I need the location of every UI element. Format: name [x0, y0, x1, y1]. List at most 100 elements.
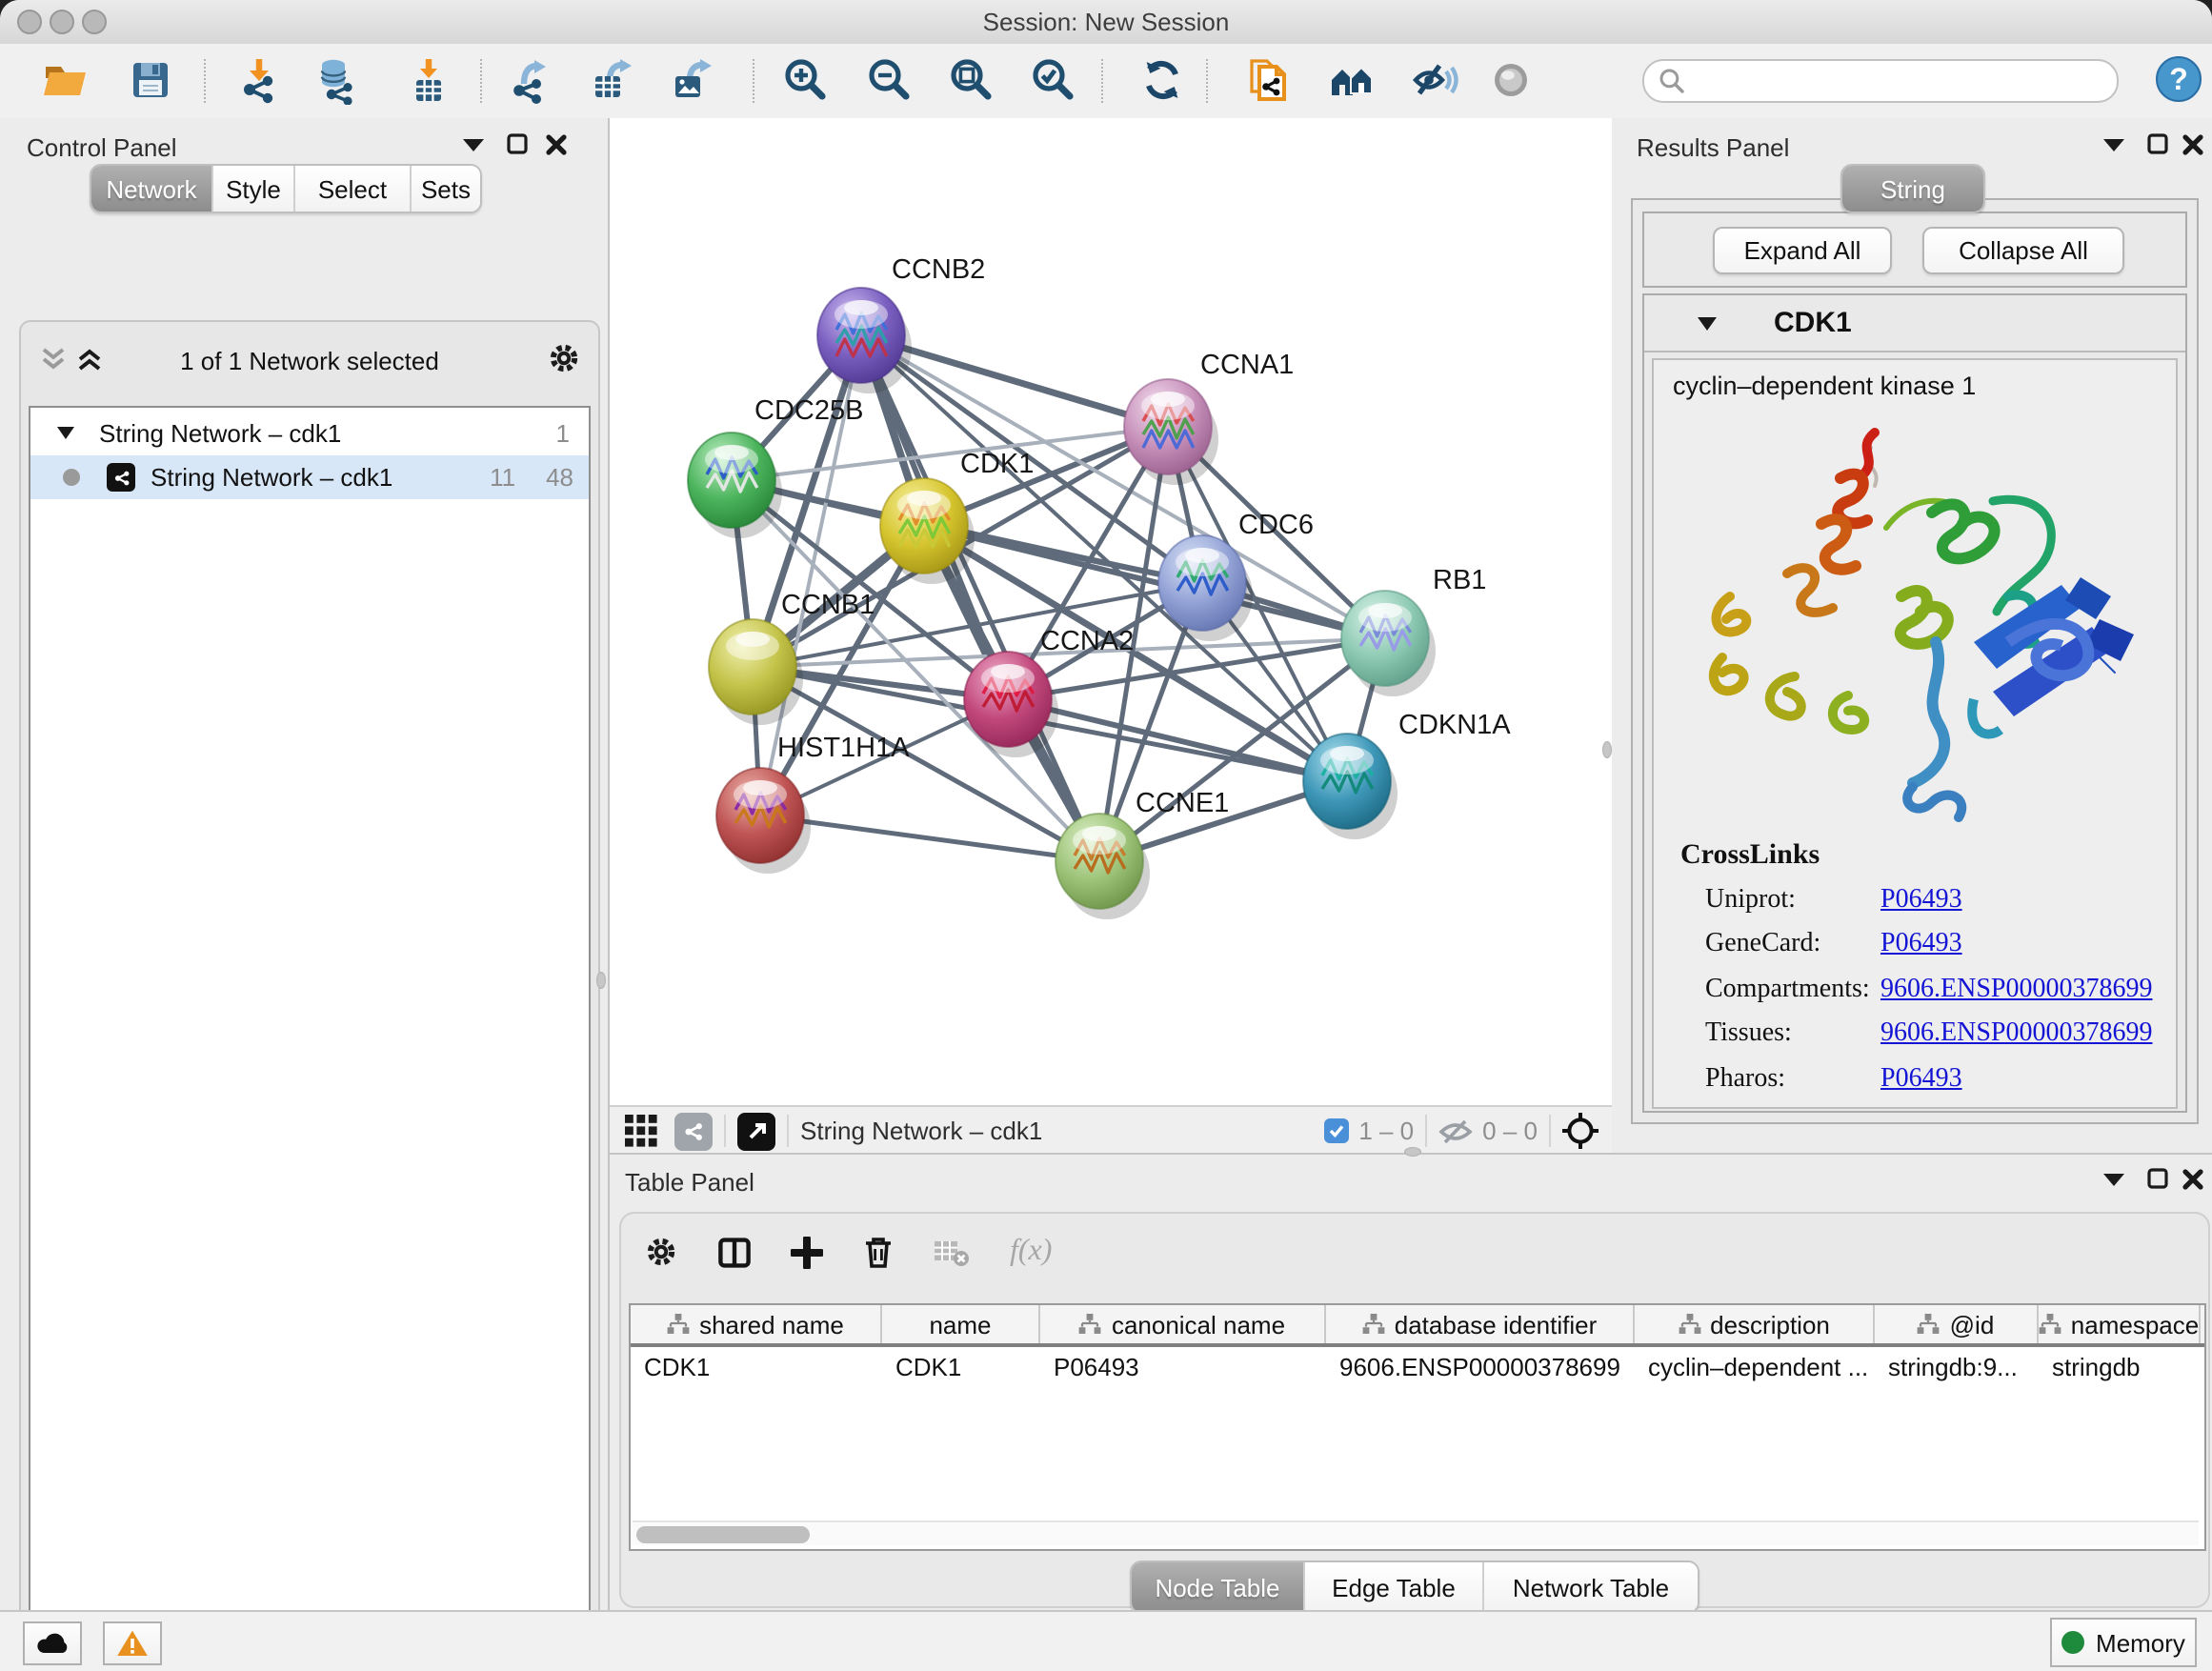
memory-button[interactable]: Memory: [2050, 1618, 2197, 1667]
node-label-CDC6: CDC6: [1238, 510, 1314, 540]
column-header-name[interactable]: name: [882, 1305, 1040, 1343]
network-canvas[interactable]: CCNB2CCNA1CDC25BCDK1CDC6RB1CCNB1CCNA2CDK…: [610, 118, 1612, 1105]
control-panel-menu-icon[interactable]: [463, 137, 484, 152]
scrollbar-thumb[interactable]: [636, 1525, 810, 1542]
string-results-box: Expand All Collapse All CDK1 cyclin–depe…: [1631, 198, 2199, 1124]
table-cell: CDK1: [882, 1347, 1040, 1385]
zoom-out-icon: [865, 55, 915, 105]
zoom-in-button[interactable]: [779, 53, 833, 107]
import-string-network-button[interactable]: [1242, 53, 1296, 107]
toolbar-divider: [204, 59, 206, 103]
column-header-@id[interactable]: @id: [1875, 1305, 2039, 1343]
column-header-canonical-name[interactable]: canonical name: [1040, 1305, 1326, 1343]
network-row-selected[interactable]: String Network – cdk1 11 48: [30, 455, 589, 499]
grid-view-icon[interactable]: [625, 1115, 657, 1147]
control-panel-float-icon[interactable]: [507, 133, 528, 154]
selected-checkbox-icon[interactable]: [1324, 1118, 1349, 1143]
crosslink-link[interactable]: P06493: [1880, 1065, 1962, 1096]
add-column-icon[interactable]: [791, 1236, 823, 1268]
zoom-out-button[interactable]: [863, 53, 916, 107]
network-edge: [760, 815, 1099, 861]
open-view-icon[interactable]: [737, 1112, 775, 1150]
node-table-container: f(x) shared name name canonical namedataba…: [619, 1212, 2210, 1608]
column-label: name: [929, 1310, 991, 1339]
tab-string[interactable]: String: [1842, 166, 1983, 211]
crosslink-link[interactable]: P06493: [1880, 886, 1962, 916]
warnings-button[interactable]: [103, 1621, 162, 1664]
network-collection-row[interactable]: String Network – cdk1 1: [30, 412, 589, 455]
delete-column-icon[interactable]: [863, 1235, 894, 1269]
delete-table-icon[interactable]: [934, 1238, 970, 1266]
column-header-description[interactable]: description: [1635, 1305, 1875, 1343]
column-header-database-identifier[interactable]: database identifier: [1326, 1305, 1635, 1343]
cloud-status-button[interactable]: [23, 1621, 82, 1664]
results-panel-menu-icon[interactable]: [2103, 137, 2124, 152]
table-toolbar: f(x): [644, 1225, 1052, 1278]
open-session-button[interactable]: [38, 53, 91, 107]
crosslink-row: Compartments:9606.ENSP00000378699: [1654, 968, 2176, 1013]
cloud-icon: [35, 1631, 70, 1654]
show-hide-enhanced-labels-button[interactable]: [1408, 53, 1461, 107]
results-panel-close-icon[interactable]: [2182, 133, 2204, 156]
network-node-RB1[interactable]: RB1: [1341, 565, 1486, 686]
crosslink-link[interactable]: 9606.ENSP00000378699: [1880, 1020, 2152, 1051]
refresh-network-button[interactable]: [1136, 53, 1189, 107]
table-panel-close-icon[interactable]: [2182, 1168, 2204, 1191]
search-field: [1642, 59, 2119, 103]
tab-node-table[interactable]: Node Table: [1132, 1562, 1303, 1612]
tab-network[interactable]: Network: [91, 166, 211, 211]
node-label-CDC25B: CDC25B: [754, 395, 863, 426]
panel-splitter-handle[interactable]: [596, 972, 606, 989]
tab-style[interactable]: Style: [211, 166, 293, 211]
table-row[interactable]: CDK1CDK1P064939606.ENSP00000378699cyclin…: [631, 1347, 2204, 1385]
export-table-icon: [587, 55, 636, 105]
help-button[interactable]: ?: [2155, 54, 2202, 102]
export-network-button[interactable]: [503, 53, 556, 107]
inspector-orb-button[interactable]: [1484, 53, 1538, 107]
column-header-shared-name[interactable]: shared name: [631, 1305, 882, 1343]
network-options-gear-icon[interactable]: [547, 341, 581, 375]
tab-select[interactable]: Select: [293, 166, 410, 211]
control-panel-title: Control Panel: [27, 133, 177, 162]
network-share-icon[interactable]: [674, 1112, 713, 1150]
table-panel-menu-icon[interactable]: [2103, 1172, 2124, 1187]
crosslinks-list: Uniprot:P06493GeneCard:P06493Compartment…: [1654, 878, 2176, 1102]
results-panel-float-icon[interactable]: [2147, 133, 2168, 154]
table-options-gear-icon[interactable]: [644, 1235, 678, 1269]
tab-network-table[interactable]: Network Table: [1482, 1562, 1698, 1612]
string-home-button[interactable]: [1326, 53, 1379, 107]
import-network-file-button[interactable]: [232, 53, 286, 107]
function-builder-button[interactable]: f(x): [1010, 1235, 1052, 1269]
control-panel-close-icon[interactable]: [545, 133, 568, 156]
save-session-button[interactable]: [124, 53, 177, 107]
tab-edge-table[interactable]: Edge Table: [1303, 1562, 1482, 1612]
column-header-namespace[interactable]: namespace: [2039, 1305, 2201, 1343]
import-network-database-button[interactable]: [312, 53, 366, 107]
table-cell: 9606.ENSP00000378699: [1326, 1347, 1635, 1385]
export-table-button[interactable]: [585, 53, 638, 107]
panel-splitter-handle[interactable]: [1404, 1147, 1421, 1157]
zoom-selected-button[interactable]: [1027, 53, 1080, 107]
network-status-dot: [63, 469, 80, 486]
node-table: shared name name canonical namedatabase id…: [629, 1303, 2206, 1551]
crosslink-link[interactable]: P06493: [1880, 931, 1962, 961]
network-node-CDKN1A[interactable]: CDKN1A: [1303, 710, 1511, 829]
hidden-eye-slash-icon[interactable]: [1438, 1117, 1473, 1144]
warning-icon: [116, 1628, 149, 1657]
protein-section-header[interactable]: CDK1: [1644, 295, 2185, 352]
tab-sets[interactable]: Sets: [410, 166, 480, 211]
selection-summary: 1 of 1 Network selected: [21, 347, 598, 375]
zoom-fit-button[interactable]: [945, 53, 998, 107]
table-panel-float-icon[interactable]: [2147, 1168, 2168, 1189]
expand-all-button[interactable]: Expand All: [1713, 227, 1892, 274]
show-columns-icon[interactable]: [718, 1236, 751, 1268]
fit-selected-crosshair-icon[interactable]: [1562, 1113, 1599, 1149]
export-image-button[interactable]: [665, 53, 718, 107]
crosslink-link[interactable]: 9606.ENSP00000378699: [1880, 976, 2152, 1006]
panel-splitter-handle[interactable]: [1602, 741, 1612, 758]
network-node-HIST1H1A[interactable]: HIST1H1A: [716, 733, 910, 863]
search-input[interactable]: [1694, 66, 2117, 96]
import-table-button[interactable]: [402, 53, 455, 107]
horizontal-scrollbar[interactable]: [633, 1520, 2199, 1545]
collapse-all-button[interactable]: Collapse All: [1922, 227, 2124, 274]
